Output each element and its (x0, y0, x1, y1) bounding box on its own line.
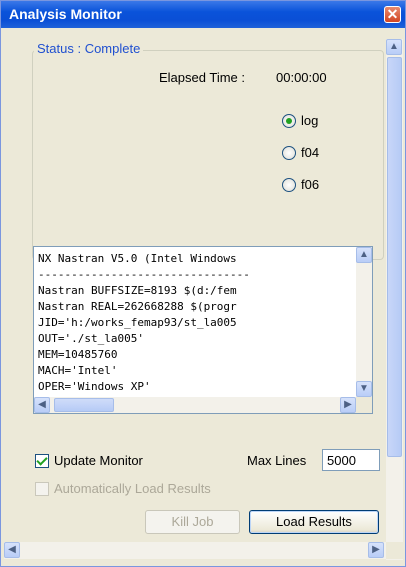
radio-log[interactable]: log (282, 113, 318, 128)
scroll-right-icon[interactable]: ▶ (340, 397, 356, 413)
radio-button-icon[interactable] (282, 145, 296, 160)
kill-job-button: Kill Job (145, 510, 240, 534)
analysis-monitor-window: Analysis Monitor ✕ Status : Complete Ela… (0, 0, 406, 567)
scroll-left-icon[interactable]: ◀ (4, 542, 20, 558)
window-title: Analysis Monitor (9, 6, 122, 22)
scroll-right-icon[interactable]: ▶ (368, 542, 384, 558)
log-line: OUT='./st_la005' (38, 332, 144, 345)
status-group-label: Status : Complete (34, 41, 144, 56)
scroll-left-icon[interactable]: ◀ (34, 397, 50, 413)
update-monitor-checkbox[interactable]: Update Monitor (35, 453, 143, 468)
load-results-button[interactable]: Load Results (249, 510, 379, 534)
resize-grip-icon[interactable] (386, 542, 403, 559)
radio-f04[interactable]: f04 (282, 145, 319, 160)
checkbox-disabled-icon (35, 481, 49, 496)
window-horizontal-scrollbar[interactable]: ◀ ▶ (4, 542, 386, 559)
radio-button-icon[interactable] (282, 177, 296, 192)
scroll-down-icon[interactable]: ▼ (356, 381, 372, 397)
log-vertical-scrollbar[interactable]: ▲ ▼ (356, 247, 372, 397)
log-line: JID='h:/works_femap93/st_la005 (38, 316, 237, 329)
log-text: NX Nastran V5.0 (Intel Windows ----------… (38, 251, 350, 395)
auto-load-results-label: Automatically Load Results (54, 481, 211, 496)
elapsed-time-label: Elapsed Time : (159, 70, 245, 85)
client-area: Status : Complete Elapsed Time : 00:00:0… (4, 28, 384, 561)
radio-log-label: log (301, 113, 319, 128)
checkbox-checked-icon[interactable] (35, 453, 49, 468)
scroll-up-icon[interactable]: ▲ (386, 39, 402, 55)
radio-f06[interactable]: f06 (282, 177, 319, 192)
window-vscroll-thumb[interactable] (387, 57, 402, 457)
log-line: OPER='Windows XP' (38, 380, 151, 393)
close-icon[interactable]: ✕ (384, 6, 401, 23)
radio-f06-label: f06 (301, 177, 320, 192)
max-lines-label: Max Lines (247, 453, 307, 468)
update-monitor-label: Update Monitor (54, 453, 143, 468)
log-line: -------------------------------- (38, 268, 250, 281)
log-line: NX Nastran V5.0 (Intel Windows (38, 252, 237, 265)
radio-f04-label: f04 (301, 145, 320, 160)
log-line: Nastran REAL=262668288 $(progr (38, 300, 237, 313)
scroll-up-icon[interactable]: ▲ (356, 247, 372, 263)
radio-button-icon[interactable] (282, 113, 296, 128)
scroll-corner (356, 397, 372, 413)
title-bar[interactable]: Analysis Monitor ✕ (1, 1, 405, 28)
auto-load-results-checkbox: Automatically Load Results (35, 481, 211, 496)
log-horizontal-scrollbar[interactable]: ◀ ▶ (34, 397, 356, 413)
log-line: Nastran BUFFSIZE=8193 $(d:/fem (38, 284, 237, 297)
log-hscroll-thumb[interactable] (54, 398, 114, 412)
log-output-panel[interactable]: NX Nastran V5.0 (Intel Windows ----------… (33, 246, 373, 414)
max-lines-input[interactable] (322, 449, 380, 471)
log-line: MEM=10485760 (38, 348, 118, 361)
radio-selected-dot (286, 117, 292, 124)
window-vertical-scrollbar[interactable]: ▲ ▼ (386, 39, 403, 560)
elapsed-time-value: 00:00:00 (276, 70, 327, 85)
log-line: MACH='Intel' (38, 364, 118, 377)
